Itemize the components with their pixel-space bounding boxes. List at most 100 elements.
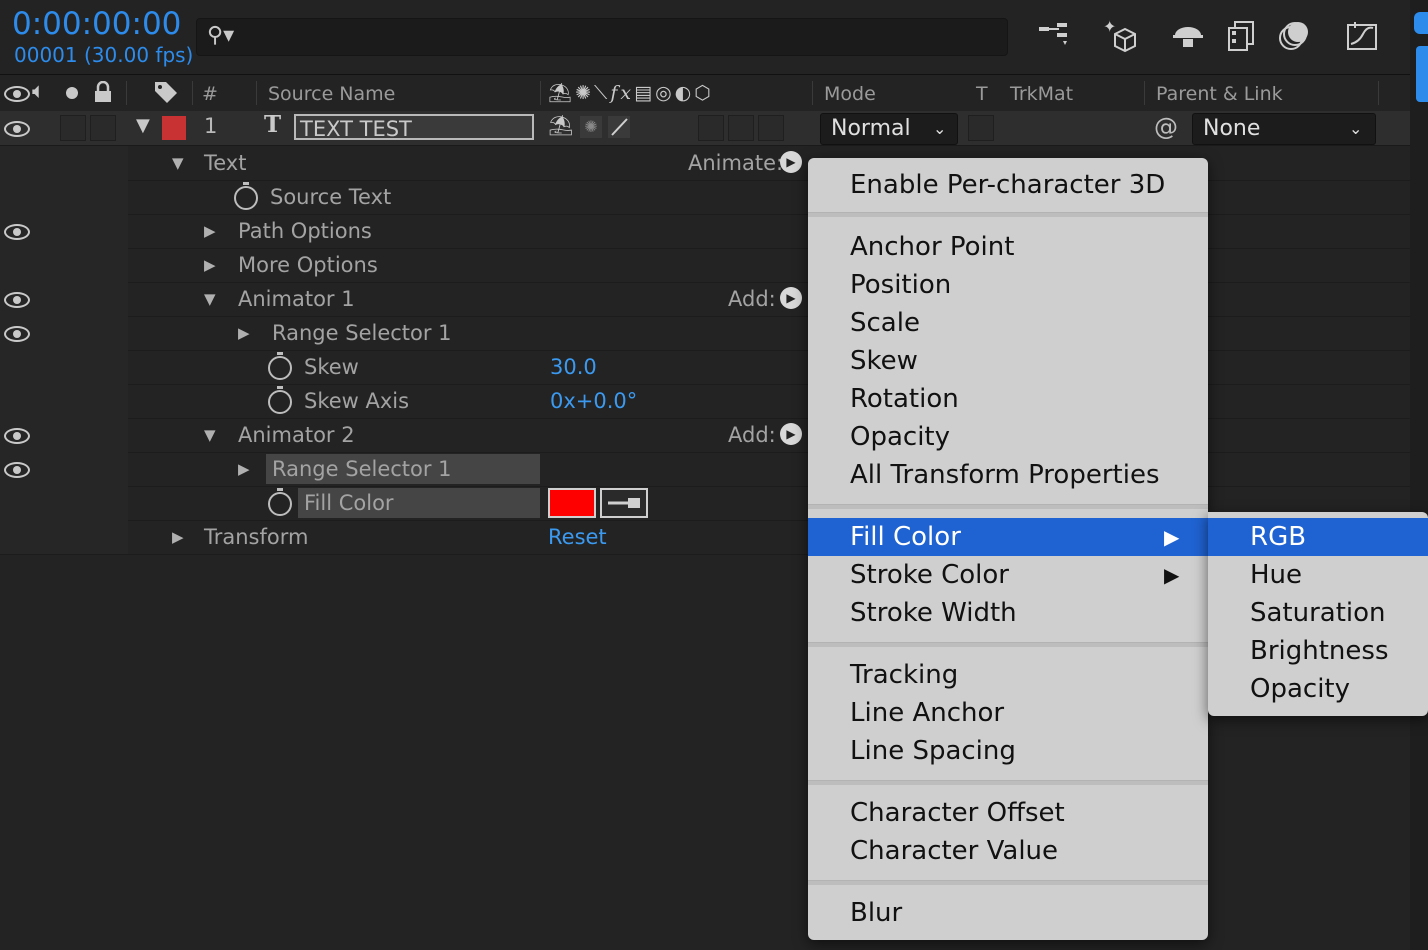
property-row-animator-2[interactable]: ▼ Animator 2 Add: ▶ <box>0 418 808 453</box>
motion-blur-layer-switch[interactable] <box>698 115 724 141</box>
visibility-eye-icon[interactable] <box>4 462 30 478</box>
layer-row[interactable]: ▼ 1 T TEXT TEST ⛱ ✺ Normal ⌄ @ None ⌄ <box>0 111 1410 146</box>
preserve-transparency-toggle[interactable] <box>968 115 994 141</box>
label-header-icon[interactable] <box>154 81 178 107</box>
composition-mini-flowchart-icon[interactable] <box>1032 14 1076 58</box>
twirl-down-icon[interactable]: ▼ <box>172 146 184 180</box>
current-time-indicator[interactable] <box>1414 12 1428 34</box>
property-row-skew[interactable]: Skew 30.0 <box>0 350 808 385</box>
expand-layer-icon[interactable]: ▼ <box>136 115 150 136</box>
eyedropper-icon[interactable] <box>600 488 648 518</box>
twirl-right-icon[interactable]: ▶ <box>172 520 184 554</box>
animate-menu-button-icon[interactable]: ▶ <box>780 151 802 173</box>
submenu-item-opacity[interactable]: Opacity <box>1208 670 1428 708</box>
submenu-item-saturation[interactable]: Saturation <box>1208 594 1428 632</box>
menu-item-opacity[interactable]: Opacity <box>808 418 1208 456</box>
property-row-more-options[interactable]: ▶ More Options <box>0 248 808 283</box>
shy-layer-switch-icon[interactable]: ⛱ <box>548 113 573 137</box>
menu-item-fill-color[interactable]: Fill Color ▶ <box>808 518 1208 556</box>
menu-item-tracking[interactable]: Tracking <box>808 656 1208 694</box>
draft-3d-icon[interactable]: ✦ <box>1098 14 1142 58</box>
shy-layers-icon[interactable] <box>1166 14 1210 58</box>
menu-item-line-anchor[interactable]: Line Anchor <box>808 694 1208 732</box>
property-row-fill-color[interactable]: Fill Color <box>0 486 808 521</box>
menu-item-character-offset[interactable]: Character Offset <box>808 794 1208 832</box>
mode-header[interactable]: Mode <box>824 83 876 105</box>
menu-item-scale[interactable]: Scale <box>808 304 1208 342</box>
layer-visibility-toggle[interactable] <box>4 121 30 137</box>
menu-item-rotation[interactable]: Rotation <box>808 380 1208 418</box>
menu-item-position[interactable]: Position <box>808 266 1208 304</box>
search-input[interactable]: ⚲▾ <box>196 18 1008 56</box>
property-row-source-text[interactable]: Source Text <box>0 180 808 215</box>
layer-label-color[interactable] <box>162 116 186 140</box>
property-row-path-options[interactable]: ▶ Path Options <box>0 214 808 249</box>
parent-dropdown[interactable]: None ⌄ <box>1192 113 1376 145</box>
property-row-text[interactable]: ▼ Text Animate: ▶ <box>0 146 808 181</box>
stopwatch-icon[interactable] <box>268 488 292 516</box>
timeline-scrollbar[interactable] <box>1410 0 1428 950</box>
fill-color-swatch[interactable] <box>548 488 596 518</box>
video-toggle-header-icon[interactable] <box>4 83 30 102</box>
visibility-eye-icon[interactable] <box>4 428 30 444</box>
stopwatch-icon[interactable] <box>234 182 258 210</box>
menu-item-character-value[interactable]: Character Value <box>808 832 1208 870</box>
solo-header-icon[interactable] <box>66 87 78 99</box>
frame-blending-icon[interactable] <box>1220 14 1264 58</box>
menu-item-anchor-point[interactable]: Anchor Point <box>808 228 1208 266</box>
submenu-item-hue[interactable]: Hue <box>1208 556 1428 594</box>
pick-whip-icon[interactable]: @ <box>1154 113 1178 141</box>
skew-value[interactable]: 30.0 <box>550 350 597 384</box>
graph-editor-icon[interactable] <box>1340 14 1384 58</box>
property-row-range-selector-1b[interactable]: ▶ Range Selector 1 <box>0 452 808 487</box>
work-area-handle[interactable] <box>1416 46 1428 102</box>
lock-header-icon[interactable] <box>94 80 112 107</box>
submenu-arrow-icon: ▶ <box>1164 525 1180 549</box>
menu-item-label: Position <box>850 270 952 300</box>
menu-item-stroke-width[interactable]: Stroke Width <box>808 594 1208 632</box>
twirl-right-icon[interactable]: ▶ <box>238 316 250 350</box>
add-menu-button-icon[interactable]: ▶ <box>780 287 802 309</box>
collapse-layer-switch-icon[interactable]: ✺ <box>580 116 602 138</box>
menu-item-enable-per-character-3d[interactable]: Enable Per-character 3D <box>808 166 1208 204</box>
add-menu-button-icon[interactable]: ▶ <box>780 423 802 445</box>
skew-axis-value[interactable]: 0x+0.0° <box>550 384 637 418</box>
current-time-display[interactable]: 0:00:00:00 <box>12 4 181 44</box>
menu-item-line-spacing[interactable]: Line Spacing <box>808 732 1208 770</box>
stopwatch-icon[interactable] <box>268 352 292 380</box>
twirl-right-icon[interactable]: ▶ <box>238 452 250 486</box>
menu-item-blur[interactable]: Blur <box>808 894 1208 932</box>
lock-toggle[interactable] <box>90 115 116 141</box>
motion-blur-switch-icon: ◎ <box>655 82 675 104</box>
visibility-eye-icon[interactable] <box>4 292 30 308</box>
audio-header-icon[interactable]: 🔈︎ <box>32 79 45 104</box>
submenu-item-rgb[interactable]: RGB <box>1208 518 1428 556</box>
source-name-header[interactable]: Source Name <box>268 83 395 105</box>
property-row-transform[interactable]: ▶ Transform Reset <box>0 520 808 555</box>
layer-name-field[interactable]: TEXT TEST <box>294 114 534 141</box>
submenu-item-brightness[interactable]: Brightness <box>1208 632 1428 670</box>
stopwatch-icon[interactable] <box>268 386 292 414</box>
twirl-right-icon[interactable]: ▶ <box>204 248 216 282</box>
motion-blur-icon[interactable] <box>1272 14 1316 58</box>
audio-toggle[interactable] <box>60 115 86 141</box>
twirl-down-icon[interactable]: ▼ <box>204 418 216 452</box>
twirl-down-icon[interactable]: ▼ <box>204 282 216 316</box>
blend-mode-dropdown[interactable]: Normal ⌄ <box>820 113 958 145</box>
reset-link[interactable]: Reset <box>548 520 607 554</box>
property-row-range-selector-1[interactable]: ▶ Range Selector 1 <box>0 316 808 351</box>
menu-item-all-transform-properties[interactable]: All Transform Properties <box>808 456 1208 494</box>
trkmat-header[interactable]: TrkMat <box>1010 83 1073 105</box>
quality-switch[interactable] <box>608 116 630 138</box>
3d-layer-switch[interactable] <box>758 115 784 141</box>
adjustment-layer-switch[interactable] <box>728 115 754 141</box>
twirl-right-icon[interactable]: ▶ <box>204 214 216 248</box>
menu-item-skew[interactable]: Skew <box>808 342 1208 380</box>
visibility-eye-icon[interactable] <box>4 224 30 240</box>
property-row-skew-axis[interactable]: Skew Axis 0x+0.0° <box>0 384 808 419</box>
property-label: Path Options <box>238 219 372 243</box>
parent-link-header[interactable]: Parent & Link <box>1156 83 1283 105</box>
visibility-eye-icon[interactable] <box>4 326 30 342</box>
menu-item-stroke-color[interactable]: Stroke Color ▶ <box>808 556 1208 594</box>
property-row-animator-1[interactable]: ▼ Animator 1 Add: ▶ <box>0 282 808 317</box>
